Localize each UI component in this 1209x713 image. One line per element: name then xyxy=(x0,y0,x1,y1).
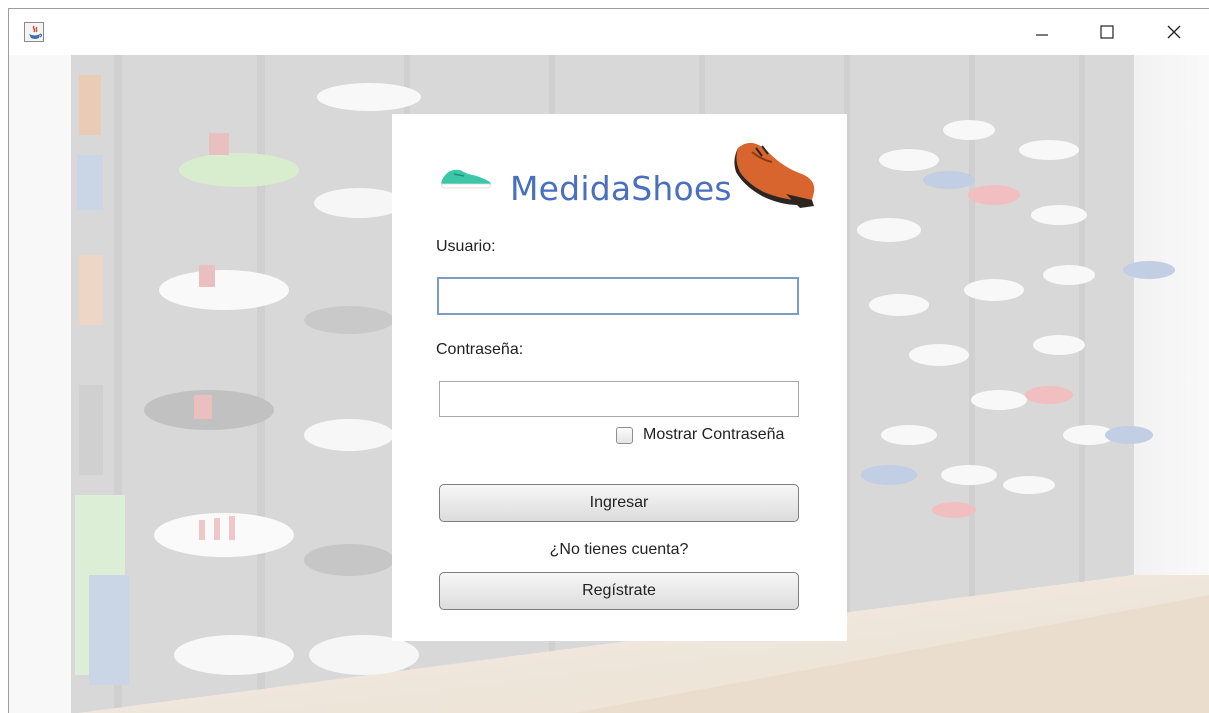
minimize-icon xyxy=(1036,34,1048,36)
register-button[interactable]: Regístrate xyxy=(439,572,799,610)
show-password-row[interactable]: Mostrar Contraseña xyxy=(616,426,784,444)
java-app-icon[interactable] xyxy=(24,22,44,42)
sneaker-icon xyxy=(441,169,491,189)
password-label: Contraseña: xyxy=(436,341,524,358)
no-account-text: ¿No tienes cuenta? xyxy=(549,541,689,558)
app-window: MedidaShoes Usuario: Contraseña: Mostrar… xyxy=(8,8,1209,713)
username-input[interactable] xyxy=(437,277,799,315)
title-bar[interactable] xyxy=(9,9,1209,55)
password-input[interactable] xyxy=(439,381,799,417)
brand-title: MedidaShoes xyxy=(510,169,732,208)
leather-shoe-icon xyxy=(734,142,815,208)
minimize-button[interactable] xyxy=(1019,9,1065,55)
close-icon xyxy=(1167,25,1181,39)
maximize-icon xyxy=(1100,25,1114,39)
maximize-button[interactable] xyxy=(1084,9,1130,55)
login-button[interactable]: Ingresar xyxy=(439,484,799,522)
username-label: Usuario: xyxy=(436,238,496,255)
close-button[interactable] xyxy=(1151,9,1197,55)
login-panel: MedidaShoes Usuario: Contraseña: Mostrar… xyxy=(392,114,847,641)
show-password-label[interactable]: Mostrar Contraseña xyxy=(643,426,784,444)
show-password-checkbox[interactable] xyxy=(616,426,633,444)
content-area: MedidaShoes Usuario: Contraseña: Mostrar… xyxy=(9,55,1209,713)
